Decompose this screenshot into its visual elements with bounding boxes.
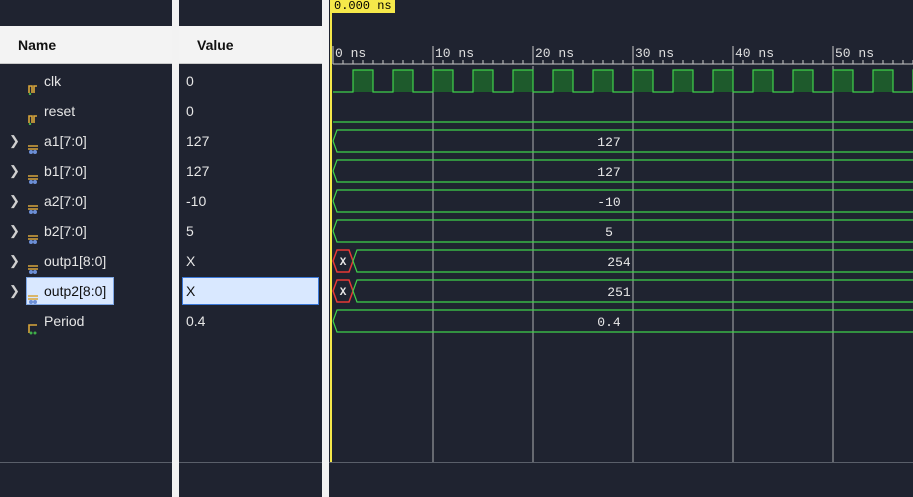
signal-name: a1[7:0] — [44, 133, 87, 149]
bus-waveform-value: 127 — [597, 165, 620, 180]
clock-high-fill — [513, 70, 533, 92]
signal-name: Period — [44, 313, 85, 329]
signal-value-cell[interactable]: -10 — [179, 186, 322, 216]
waveform-canvas[interactable]: 127 127 -10 5 X 254 X 251 0.4 — [329, 0, 913, 497]
name-value-splitter[interactable] — [172, 0, 179, 497]
expand-chevron-icon[interactable]: ❯ — [9, 246, 20, 276]
name-column-header[interactable]: Name — [0, 26, 172, 64]
clock-high-fill — [873, 70, 893, 92]
bus-signal-icon — [27, 255, 39, 274]
bus-waveform-value: 5 — [605, 225, 613, 240]
signal-value: 0.4 — [186, 313, 206, 329]
signal-row-outp180[interactable]: ❯ outp1[8:0] — [0, 246, 172, 276]
signal-name: b1[7:0] — [44, 163, 87, 179]
time-tick-label: 50 ns — [835, 46, 875, 61]
signal-row-outp280[interactable]: ❯ outp2[8:0] — [0, 276, 172, 306]
expand-chevron-icon[interactable]: ❯ — [9, 156, 20, 186]
signal-value-cell[interactable]: 0.4 — [179, 306, 322, 336]
value-panel-bottom-divider — [179, 462, 322, 463]
clock-high-fill — [633, 70, 653, 92]
signal-name: outp1[8:0] — [44, 253, 107, 269]
signal-name: clk — [44, 73, 62, 89]
clock-high-fill — [753, 70, 773, 92]
time-tick-label: 20 ns — [535, 46, 575, 61]
clock-high-fill — [673, 70, 693, 92]
signal-value: X — [186, 283, 196, 299]
expand-chevron-icon[interactable]: ❯ — [9, 126, 20, 156]
signal-value: X — [186, 253, 196, 269]
time-tick-label: 30 ns — [635, 46, 675, 61]
signal-row-reset[interactable]: reset — [0, 96, 172, 126]
expand-chevron-icon[interactable]: ❯ — [9, 186, 20, 216]
expand-chevron-icon[interactable]: ❯ — [9, 276, 20, 306]
signal-row-clk[interactable]: clk — [0, 66, 172, 96]
bus-waveform-value: -10 — [597, 195, 620, 210]
signal-name: reset — [44, 103, 76, 119]
signal-value-cell[interactable]: 0 — [179, 96, 322, 126]
bus-signal-icon — [27, 165, 39, 184]
signal-row-b270[interactable]: ❯ b2[7:0] — [0, 216, 172, 246]
signal-row-period[interactable]: Period — [0, 306, 172, 336]
bus-waveform-value: 0.4 — [597, 315, 621, 330]
signal-value-cell[interactable]: X — [179, 276, 322, 306]
signal-value-cell[interactable]: X — [179, 246, 322, 276]
clock-high-fill — [433, 70, 453, 92]
expand-chevron-icon[interactable]: ❯ — [9, 216, 20, 246]
clock-high-fill — [473, 70, 493, 92]
signal-value: 0 — [186, 73, 194, 89]
signal-name: outp2[8:0] — [44, 283, 107, 299]
bus-waveform — [332, 189, 913, 213]
x-state-label: X — [340, 287, 347, 299]
signal-value-cell[interactable]: 127 — [179, 156, 322, 186]
clk-waveform — [333, 69, 913, 93]
time-tick-label: 0 ns — [335, 46, 367, 61]
real-signal-icon — [27, 315, 39, 335]
signal-value: 127 — [186, 163, 210, 179]
signal-row-b170[interactable]: ❯ b1[7:0] — [0, 156, 172, 186]
clock-high-fill — [833, 70, 853, 92]
bus-signal-icon — [27, 285, 39, 304]
name-header-label: Name — [18, 37, 57, 53]
cursor-time-label: 0.000 ns — [331, 0, 395, 13]
name-panel-bottom-divider — [0, 462, 172, 463]
signal-row-a270[interactable]: ❯ a2[7:0] — [0, 186, 172, 216]
time-tick-label: 40 ns — [735, 46, 775, 61]
bus-waveform — [332, 309, 913, 333]
time-tick-label: 10 ns — [435, 46, 475, 61]
signal-value: 127 — [186, 133, 210, 149]
clock-high-fill — [793, 70, 813, 92]
clock-high-fill — [553, 70, 573, 92]
clock-high-fill — [713, 70, 733, 92]
signal-name: b2[7:0] — [44, 223, 87, 239]
bus-signal-icon — [27, 225, 39, 244]
signal-value: -10 — [186, 193, 207, 209]
signal-name: a2[7:0] — [44, 193, 87, 209]
signal-value-cell[interactable]: 127 — [179, 126, 322, 156]
value-column-header[interactable]: Value — [179, 26, 322, 64]
value-header-label: Value — [197, 37, 234, 53]
signal-value-cell[interactable]: 0 — [179, 66, 322, 96]
clock-high-fill — [593, 70, 613, 92]
bus-waveform-value: 254 — [607, 255, 631, 270]
bus-waveform-value: 251 — [607, 285, 631, 300]
x-state-label: X — [340, 257, 347, 269]
clock-high-fill — [353, 70, 373, 92]
bit-signal-icon — [27, 75, 39, 96]
signal-row-a170[interactable]: ❯ a1[7:0] — [0, 126, 172, 156]
signal-value-cell[interactable]: 5 — [179, 216, 322, 246]
bus-waveform — [332, 129, 913, 153]
signal-value: 5 — [186, 223, 194, 239]
value-wave-splitter[interactable] — [322, 0, 329, 497]
signal-value: 0 — [186, 103, 194, 119]
bus-waveform — [332, 159, 913, 183]
bus-signal-icon — [27, 195, 39, 214]
clock-high-fill — [393, 70, 413, 92]
bus-waveform-value: 127 — [597, 135, 620, 150]
bus-signal-icon — [27, 135, 39, 154]
bus-waveform — [332, 219, 913, 243]
bit-signal-icon — [27, 105, 39, 126]
